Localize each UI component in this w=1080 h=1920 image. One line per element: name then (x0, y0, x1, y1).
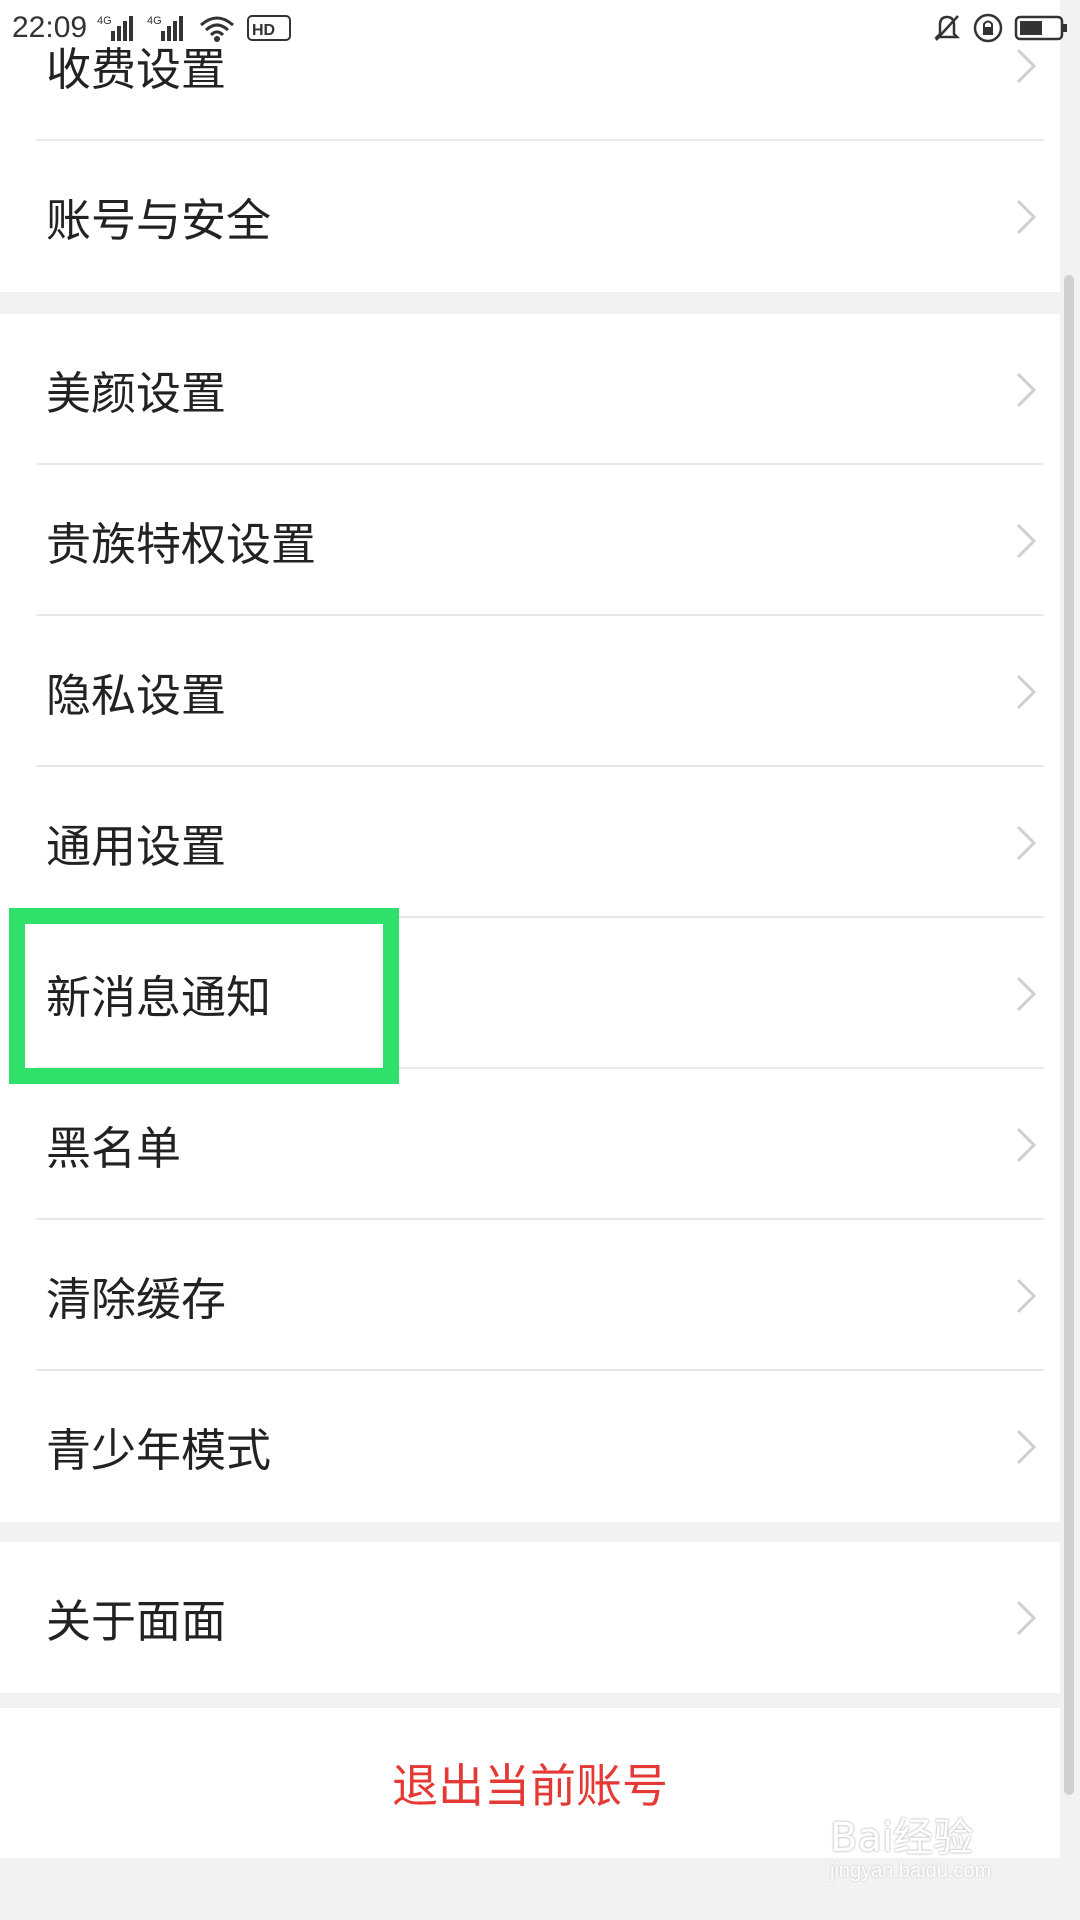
settings-item-label: 通用设置 (46, 820, 227, 873)
settings-item-beauty[interactable]: 美颜设置 (0, 314, 1060, 465)
battery-icon (1014, 13, 1068, 43)
mute-bell-icon (932, 12, 962, 44)
settings-item-clear-cache[interactable]: 清除缓存 (0, 1220, 1060, 1371)
chevron-right-icon (1012, 1598, 1040, 1638)
logout-label: 退出当前账号 (392, 1759, 668, 1813)
chevron-right-icon (1012, 1125, 1040, 1165)
settings-item-youth-mode[interactable]: 青少年模式 (0, 1371, 1060, 1522)
status-left: 22:09 4G 4G HD (12, 11, 292, 45)
status-time: 22:09 (12, 11, 88, 44)
settings-item-label: 美颜设置 (46, 367, 227, 420)
settings-item-label: 账号与安全 (46, 194, 272, 247)
chevron-right-icon (1012, 370, 1040, 410)
svg-text:4G: 4G (97, 15, 112, 27)
scrollbar[interactable] (1064, 275, 1074, 1795)
chevron-right-icon (1012, 1427, 1040, 1467)
wifi-icon (197, 13, 237, 43)
signal-icon: 4G (147, 13, 187, 43)
chevron-right-icon (1012, 1276, 1040, 1316)
svg-text:HD: HD (252, 22, 275, 39)
rotation-lock-icon (972, 12, 1004, 44)
chevron-right-icon (1012, 521, 1040, 561)
chevron-right-icon (1012, 823, 1040, 863)
settings-item-label: 清除缓存 (46, 1273, 227, 1326)
highlight-box (9, 908, 399, 1084)
status-bar: 22:09 4G 4G HD (0, 0, 1080, 56)
settings-item-label: 黑名单 (46, 1122, 182, 1175)
settings-item-privacy[interactable]: 隐私设置 (0, 616, 1060, 767)
hd-icon: HD (247, 13, 292, 43)
settings-item-blacklist[interactable]: 黑名单 (0, 1069, 1060, 1220)
settings-item-noble-privilege[interactable]: 贵族特权设置 (0, 465, 1060, 616)
settings-item-about[interactable]: 关于面面 (0, 1542, 1060, 1693)
settings-group-about: 关于面面 (0, 1542, 1060, 1693)
settings-item-label: 关于面面 (46, 1595, 227, 1648)
settings-item-account-security[interactable]: 账号与安全 (0, 141, 1060, 292)
signal-icon: 4G (97, 13, 137, 43)
status-right (932, 12, 1068, 44)
chevron-right-icon (1012, 974, 1040, 1014)
settings-item-general[interactable]: 通用设置 (0, 767, 1060, 918)
settings-item-label: 贵族特权设置 (46, 518, 317, 571)
chevron-right-icon (1012, 197, 1040, 237)
chevron-right-icon (1012, 672, 1040, 712)
watermark-brand: Bai经验 (830, 1815, 974, 1861)
watermark-url: jingyan.baidu.com (830, 1860, 992, 1882)
settings-item-label: 青少年模式 (46, 1424, 272, 1477)
svg-text:4G: 4G (147, 15, 162, 27)
settings-item-label: 隐私设置 (46, 669, 227, 722)
